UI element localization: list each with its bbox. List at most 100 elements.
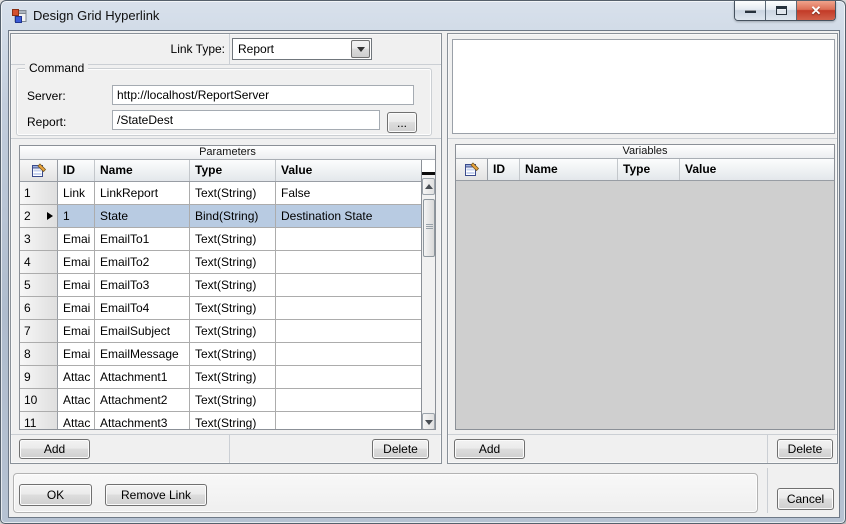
cancel-button[interactable]: Cancel — [777, 488, 834, 510]
grid-cell-type[interactable]: Text(String) — [190, 412, 276, 429]
titlebar[interactable]: Design Grid Hyperlink ✕ — [1, 1, 845, 31]
grid-cell-id[interactable]: Attac — [58, 412, 95, 429]
row-header-cell[interactable]: 9 — [20, 366, 58, 389]
row-header-cell[interactable]: 10 — [20, 389, 58, 412]
grid-cell-id[interactable]: Emai — [58, 320, 95, 343]
scroll-down-button[interactable] — [422, 413, 435, 429]
grid-cell-id[interactable]: 1 — [58, 205, 95, 228]
parameters-delete-button[interactable]: Delete — [372, 439, 429, 459]
grid-cell-value[interactable] — [276, 274, 421, 297]
grid-cell-id[interactable]: Link — [58, 182, 95, 205]
table-row[interactable]: 1 Link LinkReport Text(String) False — [20, 182, 421, 205]
close-button[interactable]: ✕ — [797, 1, 835, 20]
link-type-dropdown-button[interactable] — [351, 40, 370, 58]
ok-button[interactable]: OK — [19, 484, 92, 506]
grid-cell-value[interactable] — [276, 389, 421, 412]
grid-cell-type[interactable]: Text(String) — [190, 251, 276, 274]
column-header-name[interactable]: Name — [520, 159, 618, 180]
grid-cell-id[interactable]: Attac — [58, 389, 95, 412]
table-row[interactable]: 4 Emai EmailTo2 Text(String) — [20, 251, 421, 274]
remove-link-button[interactable]: Remove Link — [105, 484, 207, 506]
row-header-cell[interactable]: 2 — [20, 205, 58, 228]
grid-cell-type[interactable]: Bind(String) — [190, 205, 276, 228]
grid-cell-id[interactable]: Emai — [58, 343, 95, 366]
browse-report-button[interactable]: ... — [387, 112, 417, 133]
grid-cell-name[interactable]: Attachment2 — [95, 389, 190, 412]
grid-cell-id[interactable]: Emai — [58, 228, 95, 251]
scrollbar-thumb[interactable] — [423, 199, 435, 257]
grid-cell-type[interactable]: Text(String) — [190, 343, 276, 366]
column-header-value[interactable]: Value — [680, 159, 834, 180]
grid-cell-name[interactable]: EmailTo3 — [95, 274, 190, 297]
row-header-cell[interactable]: 8 — [20, 343, 58, 366]
table-row[interactable]: 5 Emai EmailTo3 Text(String) — [20, 274, 421, 297]
grid-cell-name[interactable]: State — [95, 205, 190, 228]
link-type-select[interactable]: Report — [232, 38, 372, 60]
grid-cell-type[interactable]: Text(String) — [190, 274, 276, 297]
table-row[interactable]: 7 Emai EmailSubject Text(String) — [20, 320, 421, 343]
grid-cell-name[interactable]: EmailSubject — [95, 320, 190, 343]
server-input[interactable] — [112, 85, 414, 105]
grid-cell-value[interactable] — [276, 366, 421, 389]
row-header-cell[interactable]: 5 — [20, 274, 58, 297]
grid-cell-name[interactable]: LinkReport — [95, 182, 190, 205]
variables-grid: Variables ID Name Type Value — [455, 144, 835, 430]
grid-cell-value[interactable] — [276, 251, 421, 274]
grid-cell-value[interactable] — [276, 320, 421, 343]
grid-cell-name[interactable]: EmailTo1 — [95, 228, 190, 251]
table-row[interactable]: 6 Emai EmailTo4 Text(String) — [20, 297, 421, 320]
grid-cell-id[interactable]: Emai — [58, 297, 95, 320]
grid-cell-value[interactable] — [276, 412, 421, 429]
table-row[interactable]: 3 Emai EmailTo1 Text(String) — [20, 228, 421, 251]
row-header-cell[interactable]: 7 — [20, 320, 58, 343]
grid-cell-value[interactable] — [276, 297, 421, 320]
row-header-cell[interactable]: 11 — [20, 412, 58, 429]
variables-add-button[interactable]: Add — [454, 439, 525, 459]
table-row[interactable]: 8 Emai EmailMessage Text(String) — [20, 343, 421, 366]
grid-cell-id[interactable]: Emai — [58, 274, 95, 297]
parameters-add-button[interactable]: Add — [19, 439, 90, 459]
grid-cell-type[interactable]: Text(String) — [190, 320, 276, 343]
grid-cell-id[interactable]: Attac — [58, 366, 95, 389]
report-input[interactable] — [112, 110, 380, 130]
row-header-cell[interactable]: 3 — [20, 228, 58, 251]
row-header-cell[interactable]: 4 — [20, 251, 58, 274]
select-all-header-cell[interactable] — [20, 160, 58, 181]
column-header-type[interactable]: Type — [190, 160, 276, 181]
grid-cell-name[interactable]: Attachment3 — [95, 412, 190, 429]
grid-cell-id[interactable]: Emai — [58, 251, 95, 274]
grid-cell-value[interactable] — [276, 228, 421, 251]
grid-cell-type[interactable]: Text(String) — [190, 182, 276, 205]
grid-cell-name[interactable]: Attachment1 — [95, 366, 190, 389]
variables-delete-button[interactable]: Delete — [777, 439, 833, 459]
grid-cell-name[interactable]: EmailTo4 — [95, 297, 190, 320]
grid-cell-type[interactable]: Text(String) — [190, 228, 276, 251]
grid-cell-type[interactable]: Text(String) — [190, 389, 276, 412]
maximize-button[interactable] — [766, 1, 797, 20]
parameters-scrollbar[interactable] — [421, 160, 435, 429]
grid-cell-value[interactable] — [276, 343, 421, 366]
grid-cell-name[interactable]: EmailMessage — [95, 343, 190, 366]
chevron-down-icon — [356, 47, 365, 52]
table-row[interactable]: 2 1 State Bind(String) Destination State — [20, 205, 421, 228]
minimize-icon — [745, 10, 756, 13]
row-header-cell[interactable]: 6 — [20, 297, 58, 320]
column-header-name[interactable]: Name — [95, 160, 190, 181]
select-all-header-cell[interactable] — [456, 159, 488, 180]
column-header-id[interactable]: ID — [58, 160, 95, 181]
column-header-id[interactable]: ID — [488, 159, 520, 180]
table-row[interactable]: 10 Attac Attachment2 Text(String) — [20, 389, 421, 412]
table-row[interactable]: 9 Attac Attachment1 Text(String) — [20, 366, 421, 389]
grid-cell-name[interactable]: EmailTo2 — [95, 251, 190, 274]
row-header-cell[interactable]: 1 — [20, 182, 58, 205]
divider — [229, 434, 230, 463]
grid-cell-type[interactable]: Text(String) — [190, 297, 276, 320]
scroll-up-button[interactable] — [422, 178, 435, 195]
grid-cell-value[interactable]: Destination State — [276, 205, 421, 228]
column-header-type[interactable]: Type — [618, 159, 680, 180]
grid-cell-value[interactable]: False — [276, 182, 421, 205]
grid-cell-type[interactable]: Text(String) — [190, 366, 276, 389]
minimize-button[interactable] — [735, 1, 766, 20]
table-row[interactable]: 11 Attac Attachment3 Text(String) — [20, 412, 421, 429]
column-header-value[interactable]: Value — [276, 160, 421, 181]
